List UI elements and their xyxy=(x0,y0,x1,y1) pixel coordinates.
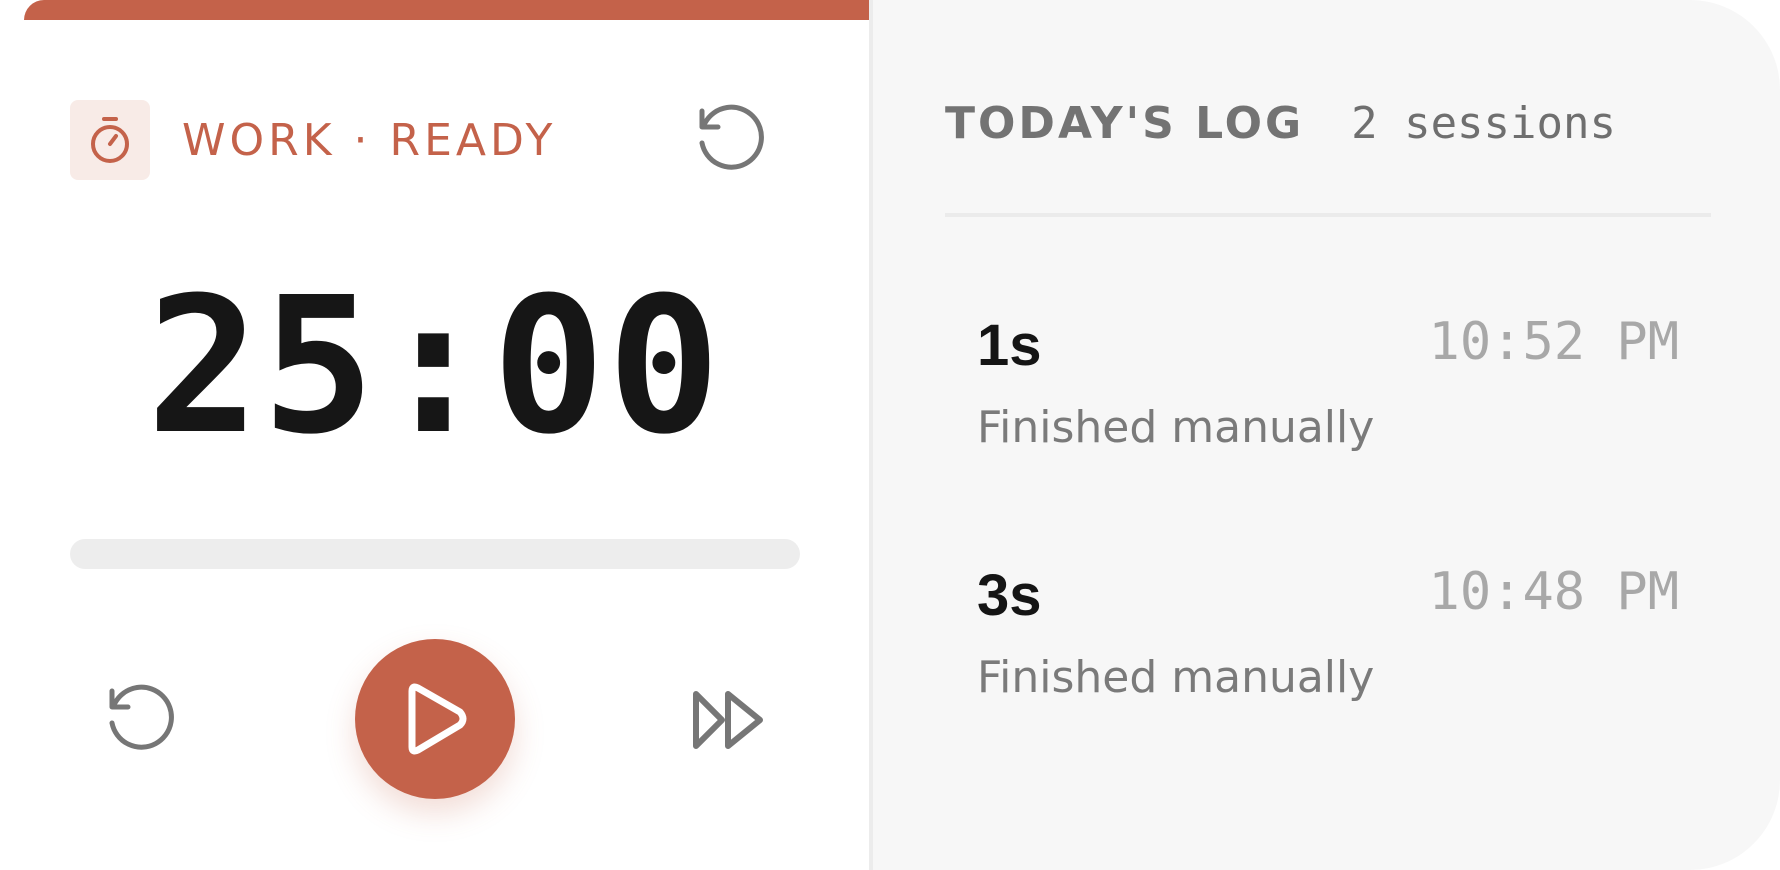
log-session-count: 2 sessions xyxy=(1351,98,1616,149)
log-panel: TODAY'S LOG 2 sessions 1s 10:52 PM Finis… xyxy=(873,0,1780,870)
play-icon xyxy=(408,683,467,755)
log-item-note: Finished manually xyxy=(977,402,1375,453)
reset-icon xyxy=(699,104,764,170)
log-item-duration: 1s xyxy=(977,313,1042,378)
stopwatch-icon xyxy=(91,117,129,163)
log-item-duration: 3s xyxy=(977,563,1042,628)
log-item: 1s 10:52 PM Finished manually xyxy=(945,300,1711,550)
log-title: TODAY'S LOG xyxy=(945,98,1305,149)
play-button[interactable] xyxy=(355,639,515,799)
reset-button[interactable] xyxy=(100,680,180,760)
skip-forward-button[interactable] xyxy=(690,680,770,760)
skip-forward-icon xyxy=(693,691,763,749)
log-item: 3s 10:48 PM Finished manually xyxy=(945,550,1711,800)
progress-track xyxy=(70,539,800,569)
log-item-time: 10:52 PM xyxy=(1428,312,1679,372)
timer-panel: WORK · READY 25:00 xyxy=(0,0,869,870)
mode-label: WORK · READY xyxy=(182,114,557,166)
reset-icon xyxy=(109,684,174,750)
timer-display: 25:00 xyxy=(146,257,723,476)
log-divider xyxy=(945,213,1711,217)
top-accent-bar xyxy=(24,0,869,20)
mode-icon-box xyxy=(70,100,150,180)
log-item-time: 10:48 PM xyxy=(1428,562,1679,622)
reset-button-top[interactable] xyxy=(690,100,770,180)
log-list: 1s 10:52 PM Finished manually 3s 10:48 P… xyxy=(945,300,1711,800)
log-item-note: Finished manually xyxy=(977,652,1375,703)
